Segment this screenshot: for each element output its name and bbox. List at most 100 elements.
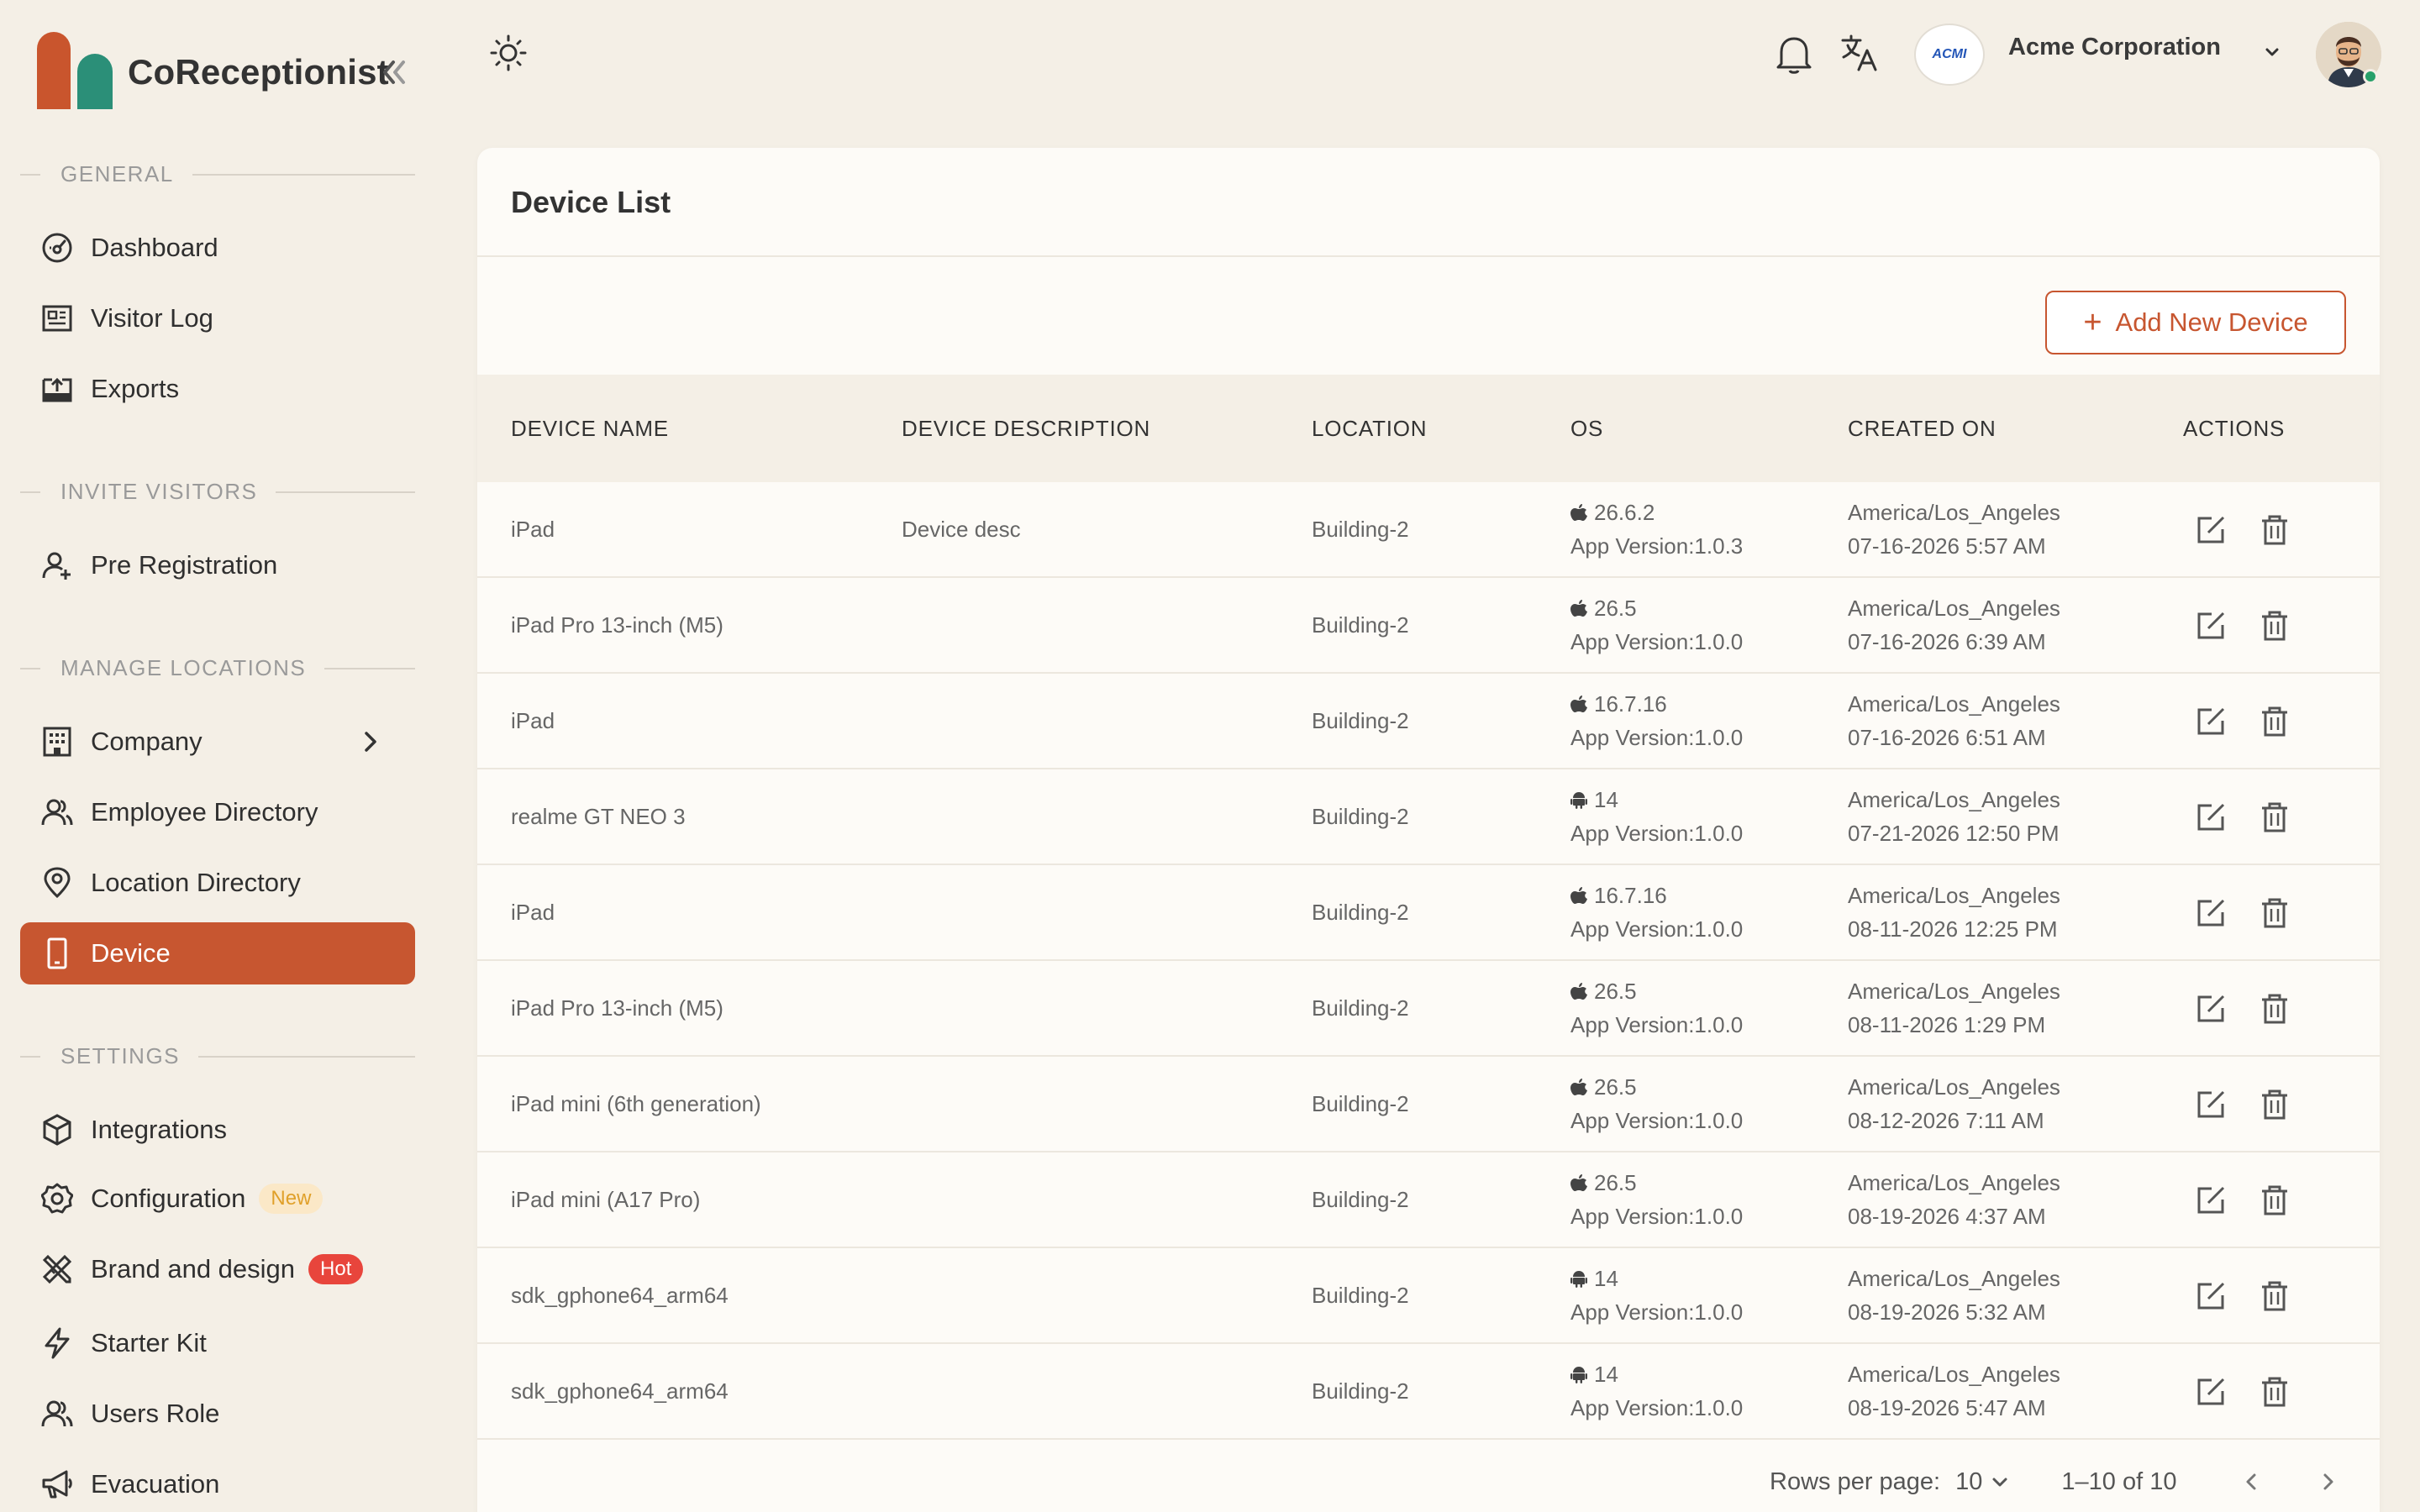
column-header-actions: ACTIONS (2183, 415, 2286, 441)
android-icon (1570, 1271, 1587, 1288)
device-name: iPad (511, 516, 555, 542)
timezone: America/Los_Angeles (1848, 1266, 2060, 1291)
timezone: America/Los_Angeles (1848, 500, 2060, 525)
column-header-os[interactable]: OS (1570, 375, 1603, 482)
theme-toggle-sun-icon[interactable] (489, 34, 528, 72)
sidebar-item-company[interactable]: Company (20, 711, 415, 773)
new-badge: New (259, 1184, 324, 1214)
sidebar-item-label: Evacuation (91, 1469, 220, 1499)
sidebar-item-label: Location Directory (91, 868, 301, 897)
edit-icon[interactable] (2195, 1280, 2227, 1312)
table-row: iPad mini (6th generation) Building-2 26.5… (477, 1057, 2380, 1152)
table-row: sdk_gphone64_arm64 Building-2 14 App Versio… (477, 1344, 2380, 1440)
delete-trash-icon[interactable] (2259, 897, 2291, 929)
sidebar-item-exports[interactable]: Exports (20, 358, 415, 420)
app-version: App Version:1.0.0 (1570, 1299, 1744, 1325)
user-plus-icon (40, 549, 74, 582)
section-invite-visitors: INVITE VISITORS (20, 479, 415, 505)
ruler-pencil-icon (40, 1252, 74, 1286)
android-icon (1570, 1367, 1587, 1383)
megaphone-icon (40, 1467, 74, 1501)
sidebar-item-starter-kit[interactable]: Starter Kit (20, 1312, 415, 1374)
divider (477, 255, 2380, 257)
created-date: 08-12-2026 7:11 AM (1848, 1108, 2044, 1133)
sidebar-item-brand-and-design[interactable]: Brand and design Hot (20, 1238, 415, 1300)
delete-trash-icon[interactable] (2259, 801, 2291, 833)
map-pin-icon (40, 866, 74, 900)
rows-per-page-select[interactable]: 10 (1955, 1468, 2011, 1496)
device-location: Building-2 (1312, 612, 1409, 638)
sidebar-item-location-directory[interactable]: Location Directory (20, 852, 415, 914)
table-row: iPad Building-2 16.7.16 App Version:1.0.0 Am… (477, 865, 2380, 961)
device-name: sdk_gphone64_arm64 (511, 1378, 729, 1404)
delete-trash-icon[interactable] (2259, 993, 2291, 1025)
device-name: iPad (511, 899, 555, 925)
edit-icon[interactable] (2195, 610, 2227, 642)
online-status-dot (2363, 69, 2378, 84)
created-on: America/Los_Angeles 07-16-2026 6:51 AM (1848, 674, 2060, 768)
created-date: 08-11-2026 1:29 PM (1848, 1012, 2046, 1037)
sidebar-item-device[interactable]: Device (20, 922, 415, 984)
org-name[interactable]: Acme Corporation (2008, 34, 2221, 61)
edit-icon[interactable] (2195, 1376, 2227, 1408)
app-logo (37, 32, 113, 109)
edit-icon[interactable] (2195, 993, 2227, 1025)
sidebar-item-label: Users Role (91, 1399, 220, 1428)
delete-trash-icon[interactable] (2259, 1184, 2291, 1216)
app-version: App Version:1.0.0 (1570, 1204, 1744, 1229)
table-row: iPad Building-2 16.7.16 App Version:1.0.0 Am… (477, 674, 2380, 769)
next-page-icon[interactable] (2316, 1469, 2341, 1494)
edit-icon[interactable] (2195, 706, 2227, 738)
add-new-device-button[interactable]: + Add New Device (2045, 291, 2346, 354)
sidebar-item-label: Device (91, 938, 171, 968)
device-os: 14 App Version:1.0.0 (1570, 769, 1743, 864)
column-header-device-description[interactable]: DEVICE DESCRIPTION (902, 375, 1150, 482)
sidebar-item-visitor-log[interactable]: Visitor Log (20, 287, 415, 349)
edit-icon[interactable] (2195, 514, 2227, 546)
edit-icon[interactable] (2195, 801, 2227, 833)
delete-trash-icon[interactable] (2259, 706, 2291, 738)
sidebar-item-label: Dashboard (91, 233, 218, 262)
column-header-created-on[interactable]: CREATED ON (1848, 375, 1996, 482)
edit-icon[interactable] (2195, 1089, 2227, 1121)
notification-bell-icon[interactable] (1775, 34, 1813, 76)
collapse-sidebar-icon[interactable] (378, 55, 407, 89)
device-name: iPad Pro 13-inch (M5) (511, 612, 723, 638)
created-on: America/Los_Angeles 08-19-2026 5:32 AM (1848, 1248, 2060, 1342)
device-os: 26.5 App Version:1.0.0 (1570, 961, 1743, 1055)
sidebar-item-employee-directory[interactable]: Employee Directory (20, 781, 415, 843)
sidebar-item-dashboard[interactable]: Dashboard (20, 217, 415, 279)
org-logo[interactable]: ACMI (1914, 24, 1985, 86)
os-version: 26.5 (1594, 1170, 1637, 1195)
column-header-device-name[interactable]: DEVICE NAME (511, 375, 669, 482)
apple-icon (1570, 696, 1587, 712)
delete-trash-icon[interactable] (2259, 1089, 2291, 1121)
edit-icon[interactable] (2195, 1184, 2227, 1216)
sidebar-item-configuration[interactable]: Configuration New (20, 1168, 415, 1230)
device-name: iPad (511, 707, 555, 733)
chevron-down-icon[interactable] (2260, 40, 2284, 64)
newspaper-icon (40, 302, 74, 335)
delete-trash-icon[interactable] (2259, 1280, 2291, 1312)
app-version: App Version:1.0.0 (1570, 725, 1744, 750)
column-header-location[interactable]: LOCATION (1312, 375, 1427, 482)
plus-icon: + (2083, 305, 2102, 340)
sidebar-item-evacuation[interactable]: Evacuation (20, 1453, 415, 1512)
sidebar-item-users-role[interactable]: Users Role (20, 1383, 415, 1445)
pagination-range: 1–10 of 10 (2061, 1467, 2177, 1495)
delete-trash-icon[interactable] (2259, 610, 2291, 642)
created-date: 07-16-2026 6:39 AM (1848, 629, 2046, 654)
translate-icon[interactable] (1840, 34, 1879, 72)
device-os: 16.7.16 App Version:1.0.0 (1570, 674, 1743, 768)
sidebar-item-pre-registration[interactable]: Pre Registration (20, 534, 415, 596)
created-on: America/Los_Angeles 08-12-2026 7:11 AM (1848, 1057, 2060, 1151)
sidebar-item-integrations[interactable]: Integrations (20, 1099, 415, 1161)
rows-per-page-label: Rows per page: (1770, 1467, 1941, 1495)
previous-page-icon[interactable] (2238, 1469, 2264, 1494)
timezone: America/Los_Angeles (1848, 1362, 2060, 1387)
edit-icon[interactable] (2195, 897, 2227, 929)
device-os: 14 App Version:1.0.0 (1570, 1344, 1743, 1438)
delete-trash-icon[interactable] (2259, 514, 2291, 546)
device-os: 26.5 App Version:1.0.0 (1570, 1057, 1743, 1151)
delete-trash-icon[interactable] (2259, 1376, 2291, 1408)
